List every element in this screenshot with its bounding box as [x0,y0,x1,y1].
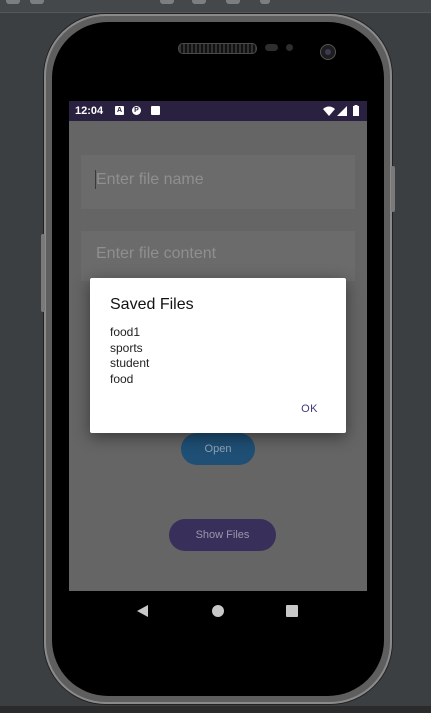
list-item: student [110,356,150,370]
toolbar-icon[interactable] [30,0,44,4]
back-icon[interactable] [137,605,148,617]
dialog-title: Saved Files [110,296,194,313]
toolbar-icon[interactable] [192,0,206,4]
light-sensor [286,44,293,51]
show-files-button[interactable]: Show Files [169,519,276,551]
sd-card-icon [151,106,160,115]
signal-icon [337,106,347,116]
saved-files-dialog: Saved Files food1 sports student food OK [90,278,346,433]
file-content-placeholder: Enter file content [96,245,217,262]
file-content-field[interactable]: Enter file content [81,231,355,281]
battery-icon [353,105,359,116]
file-name-field[interactable]: Enter file name [81,155,355,209]
file-name-placeholder: Enter file name [96,171,204,188]
list-item: food1 [110,325,141,339]
power-button[interactable] [391,166,395,212]
proximity-sensor [265,44,278,51]
status-time: 12:04 [75,105,104,117]
front-camera [320,44,336,60]
list-item: sports [110,340,143,355]
emulator-toolbar [0,0,431,13]
toolbar-icon[interactable] [160,0,174,4]
recents-icon[interactable] [286,605,298,617]
navigation-bar [69,591,367,631]
open-button[interactable]: Open [181,433,255,465]
volume-button[interactable] [41,234,45,312]
home-icon[interactable] [212,605,224,617]
list-item: food [110,371,134,386]
emulator-bottom-bar [0,706,431,713]
toolbar-icon[interactable] [6,0,20,4]
status-bar: 12:04 A P [69,101,367,121]
wifi-icon [323,106,335,116]
toolbar-icon[interactable] [260,0,270,4]
ok-button[interactable]: OK [301,403,318,415]
earpiece-speaker [178,43,257,54]
saved-files-list: food1 sports student food [110,325,149,387]
notification-icon: A [115,106,124,115]
sync-icon: P [132,106,141,115]
toolbar-icon[interactable] [226,0,240,4]
